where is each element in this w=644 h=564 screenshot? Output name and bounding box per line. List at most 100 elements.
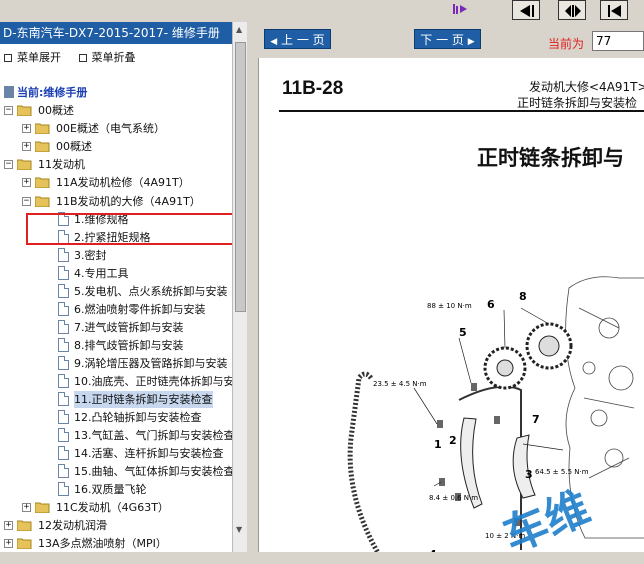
right-arrow-icon: ▶ bbox=[467, 37, 475, 47]
fit-page-button[interactable] bbox=[558, 0, 586, 20]
tree-label: 13A多点燃油喷射（MPI） bbox=[38, 537, 167, 550]
tree-label: 5.发电机、点火系统拆卸与安装 bbox=[74, 285, 228, 298]
scroll-up-icon[interactable]: ▲ bbox=[236, 25, 242, 34]
current-location[interactable]: 当前:维修手册 bbox=[4, 84, 87, 100]
page-number-input[interactable]: 77 bbox=[592, 31, 644, 51]
folder-icon bbox=[17, 520, 32, 531]
document-icon bbox=[58, 284, 69, 298]
page-header: 发动机大修<4A91T> bbox=[529, 80, 644, 94]
book-icon bbox=[4, 86, 14, 98]
document-icon bbox=[58, 392, 69, 406]
expand-icon[interactable]: + bbox=[22, 124, 31, 133]
document-icon bbox=[58, 446, 69, 460]
menu-actions: 菜单展开 菜单折叠 bbox=[4, 49, 150, 65]
torque-spec: 23.5 ± 4.5 N·m bbox=[373, 380, 427, 388]
tree-label: 11A发动机检修（4A91T） bbox=[56, 176, 190, 189]
manual-page: 11B-28 发动机大修<4A91T> 正时链条拆卸与安装检 正时链条拆卸与 1… bbox=[258, 58, 644, 562]
callout-label: 6 bbox=[487, 298, 495, 311]
tree-vertical-scrollbar[interactable]: ▲ ▼ bbox=[232, 22, 247, 552]
tree-label: 00概述 bbox=[56, 140, 92, 153]
callout-label: 5 bbox=[459, 326, 467, 339]
collapse-label: 菜单折叠 bbox=[91, 51, 136, 64]
page-navigation: ◀ 上 一 页 下 一 页 ▶ 当前为 77 bbox=[258, 22, 644, 58]
collapse-icon[interactable]: − bbox=[4, 160, 13, 169]
tree-label: 8.排气歧管拆卸与安装 bbox=[74, 339, 184, 352]
section-title: 正时链条拆卸与 bbox=[477, 146, 624, 170]
tree-label: 10.油底壳、正时链壳体拆卸与安 bbox=[74, 375, 235, 388]
expand-icon[interactable]: + bbox=[4, 521, 13, 530]
page-subheader: 正时链条拆卸与安装检 bbox=[517, 96, 638, 110]
media-icon[interactable] bbox=[452, 2, 468, 16]
folder-icon bbox=[35, 177, 50, 188]
document-icon bbox=[58, 302, 69, 316]
callout-label: 8 bbox=[519, 290, 527, 303]
collapse-icon[interactable]: − bbox=[4, 106, 13, 115]
collapse-icon[interactable]: − bbox=[22, 197, 31, 206]
document-icon bbox=[58, 338, 69, 352]
tree-label: 15.曲轴、气缸体拆卸与安装检查 bbox=[74, 465, 235, 478]
tree-label: 3.密封 bbox=[74, 249, 107, 262]
page-number: 11B-28 bbox=[282, 78, 344, 99]
expand-icon[interactable]: + bbox=[22, 178, 31, 187]
tree-label: 11C发动机（4G63T） bbox=[56, 501, 169, 514]
header-rule bbox=[279, 110, 644, 112]
timing-chain-drawing bbox=[347, 371, 381, 552]
tree-label: 00概述 bbox=[38, 104, 74, 117]
next-label: 下 一 页 bbox=[420, 33, 464, 47]
folder-open-icon bbox=[35, 196, 50, 207]
folder-icon bbox=[35, 141, 50, 152]
folder-icon bbox=[17, 538, 32, 549]
first-page-button[interactable] bbox=[512, 0, 540, 20]
highlight-box bbox=[26, 213, 236, 245]
menu-icon bbox=[78, 54, 87, 62]
top-toolbar bbox=[0, 0, 644, 22]
tree-panel: D-东南汽车-DX7-2015-2017- 维修手册 菜单展开 菜单折叠 当前:… bbox=[0, 22, 247, 552]
prev-label: 上 一 页 bbox=[281, 33, 325, 47]
folder-icon bbox=[35, 502, 50, 513]
current-page-label: 当前为 bbox=[548, 37, 585, 51]
menu-icon bbox=[4, 54, 12, 62]
tree-label: 11B发动机的大修（4A91T） bbox=[56, 195, 201, 208]
collapse-menu-button[interactable]: 菜单折叠 bbox=[78, 51, 136, 64]
document-icon bbox=[58, 464, 69, 478]
expand-icon[interactable]: + bbox=[4, 539, 13, 548]
prev-icon bbox=[608, 5, 621, 17]
tree-label: 11发动机 bbox=[38, 158, 85, 171]
document-view: ◀ 上 一 页 下 一 页 ▶ 当前为 77 11B-28 发动机大修<4A91… bbox=[258, 22, 644, 562]
tree-label: 12发动机润滑 bbox=[38, 519, 107, 532]
expand-icon[interactable]: + bbox=[22, 503, 31, 512]
current-label: 当前:维修手册 bbox=[17, 86, 88, 99]
fit-page-icon bbox=[565, 5, 581, 17]
document-icon bbox=[58, 320, 69, 334]
document-icon bbox=[58, 482, 69, 496]
tree-label: 00E概述（电气系统） bbox=[56, 122, 165, 135]
next-page-button[interactable]: 下 一 页 ▶ bbox=[414, 29, 481, 49]
document-icon bbox=[58, 410, 69, 424]
callout-label: 4 bbox=[429, 548, 437, 552]
tree-label: 9.涡轮增压器及管路拆卸与安装 bbox=[74, 357, 228, 370]
document-icon bbox=[58, 248, 69, 262]
document-icon bbox=[58, 374, 69, 388]
tree-label: 14.活塞、连杆拆卸与安装检查 bbox=[74, 447, 224, 460]
window-title: D-东南汽车-DX7-2015-2017- 维修手册 bbox=[0, 22, 232, 44]
tree-label: 16.双质量飞轮 bbox=[74, 483, 147, 496]
callout-label: 1 bbox=[434, 438, 442, 451]
document-icon bbox=[58, 428, 69, 442]
tree-label-selected: 11.正时链条拆卸与安装检查 bbox=[74, 391, 213, 408]
prev-page-toolbar-button[interactable] bbox=[600, 0, 628, 20]
scroll-down-icon[interactable]: ▼ bbox=[236, 525, 242, 534]
left-arrow-icon: ◀ bbox=[270, 37, 278, 47]
expand-icon[interactable]: + bbox=[22, 142, 31, 151]
torque-spec: 8.4 ± 0.6 N·m bbox=[429, 494, 478, 502]
folder-open-icon bbox=[17, 159, 32, 170]
callout-label: 3 bbox=[525, 468, 533, 481]
torque-spec: 88 ± 10 N·m bbox=[427, 302, 472, 310]
prev-page-button[interactable]: ◀ 上 一 页 bbox=[264, 29, 331, 49]
first-page-icon bbox=[520, 5, 534, 17]
document-icon bbox=[58, 266, 69, 280]
callout-label: 2 bbox=[449, 434, 457, 447]
expand-menu-button[interactable]: 菜单展开 bbox=[4, 51, 61, 64]
document-icon bbox=[58, 356, 69, 370]
callout-label: 7 bbox=[532, 413, 540, 426]
scroll-thumb[interactable] bbox=[235, 42, 246, 312]
